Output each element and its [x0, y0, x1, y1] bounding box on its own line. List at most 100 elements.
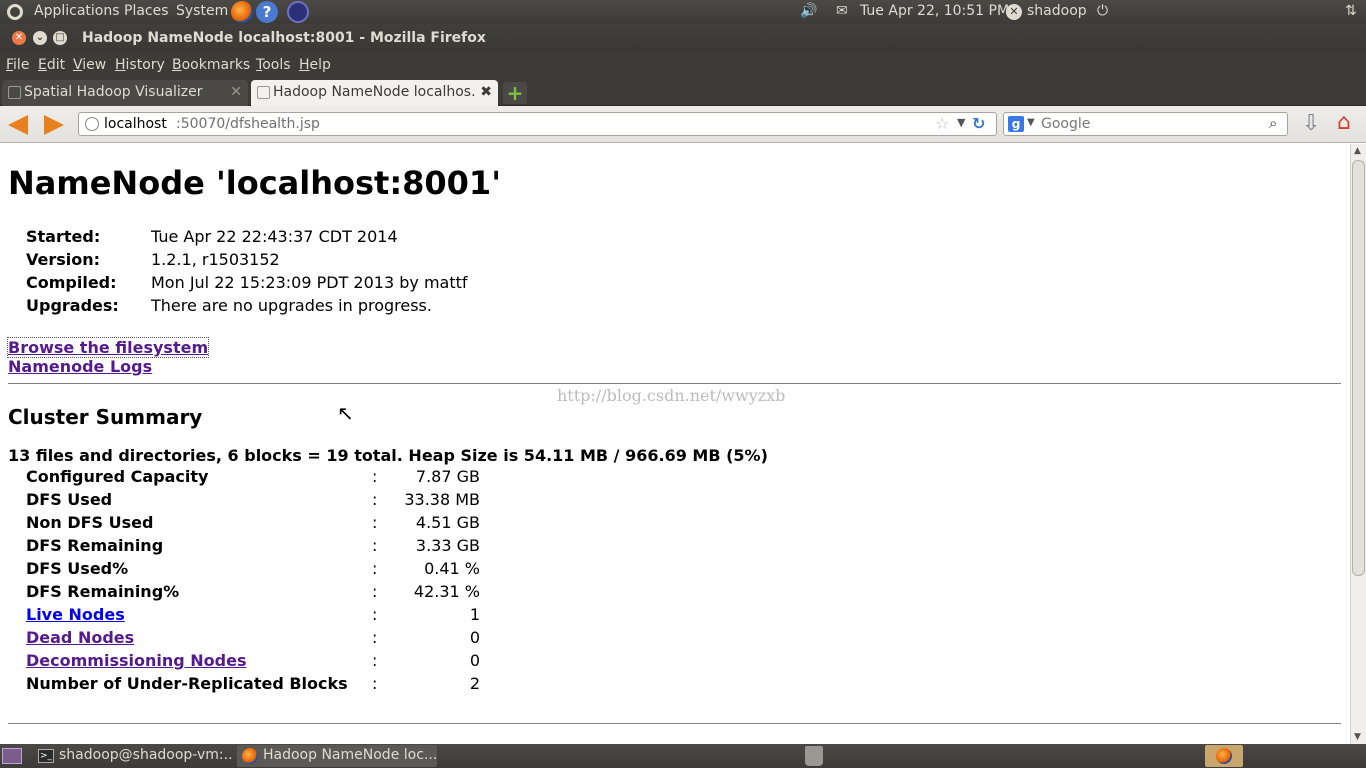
summary-row-live-nodes: Live Nodes : 1 [26, 605, 486, 627]
tab-close-icon[interactable]: ✖ [476, 84, 492, 100]
separator-line [8, 723, 1341, 724]
namenode-logs-link[interactable]: Namenode Logs [8, 357, 152, 376]
help-launcher-icon[interactable]: ? [256, 1, 278, 23]
scroll-up-arrow-icon[interactable]: ▲ [1354, 146, 1361, 156]
url-dropdown-icon[interactable]: ▼ [957, 116, 965, 129]
url-bar[interactable]: localhost :50070/dfshealth.jsp ☆ ▼ ↻ [78, 112, 997, 136]
summary-row-decommissioning-nodes: Decommissioning Nodes : 0 [26, 651, 486, 673]
site-identity-icon[interactable] [85, 117, 99, 131]
ubuntu-logo-icon[interactable] [7, 4, 23, 20]
summary-label: Number of Under-Replicated Blocks [26, 674, 348, 693]
clock[interactable]: Tue Apr 22, 10:51 PM [860, 3, 1009, 19]
dead-nodes-link[interactable]: Dead Nodes [26, 628, 134, 647]
top-panel: Applications Places System ? 🔊 ✉ Tue Apr… [0, 0, 1366, 24]
menu-help[interactable]: Help [299, 57, 331, 73]
summary-separator: : [372, 536, 378, 555]
engine-dropdown-icon[interactable]: ▼ [1027, 117, 1035, 128]
summary-row-dfs-used-percent: DFS Used% : 0.41 % [26, 559, 486, 581]
page-icon [257, 86, 270, 99]
close-window-icon[interactable]: ✕ [12, 31, 26, 45]
browse-filesystem-link[interactable]: Browse the filesystem [6, 337, 210, 358]
maximize-window-icon[interactable]: □ [53, 31, 67, 45]
live-nodes-link[interactable]: Live Nodes [26, 605, 125, 624]
mail-icon[interactable]: ✉ [836, 3, 848, 19]
reload-icon[interactable]: ↻ [972, 114, 985, 133]
summary-label: DFS Remaining [26, 536, 164, 555]
tab-bar: Spatial Hadoop Visualizer ✕ Hadoop NameN… [0, 78, 1366, 106]
back-arrow-icon[interactable] [8, 115, 28, 135]
scrollbar-thumb[interactable] [1352, 160, 1365, 576]
menu-edit[interactable]: Edit [38, 57, 65, 73]
scroll-down-arrow-icon[interactable]: ▼ [1354, 732, 1361, 742]
minimize-window-icon[interactable]: ⌄ [33, 31, 47, 45]
summary-separator: : [372, 582, 378, 601]
google-engine-icon[interactable]: g [1008, 116, 1024, 132]
applications-menu[interactable]: Applications [34, 3, 120, 19]
search-bar[interactable]: g ▼ Google ⌕ [1003, 112, 1288, 136]
summary-separator: : [372, 651, 378, 670]
summary-value: 42.31 % [413, 582, 480, 601]
info-label: Compiled: [26, 273, 117, 292]
decommissioning-nodes-link[interactable]: Decommissioning Nodes [26, 651, 246, 670]
forward-arrow-icon[interactable] [44, 115, 64, 135]
power-icon[interactable]: ⏻ [1097, 3, 1108, 19]
task-label: shadoop@shadoop-vm:... [59, 747, 233, 763]
places-menu[interactable]: Places [124, 3, 169, 19]
summary-row-non-dfs-used: Non DFS Used : 4.51 GB [26, 513, 486, 535]
task-terminal[interactable]: >_ shadoop@shadoop-vm:... [33, 745, 233, 767]
vertical-scrollbar[interactable]: ▲ ▼ [1350, 144, 1366, 744]
bookmark-star-icon[interactable]: ☆ [935, 114, 949, 133]
window-titlebar[interactable]: ✕ ⌄ □ Hadoop NameNode localhost:8001 - M… [0, 24, 1366, 52]
menu-tools[interactable]: Tools [256, 57, 291, 73]
menu-history[interactable]: History [115, 57, 165, 73]
summary-value: 0 [469, 651, 480, 670]
tab-close-icon[interactable]: ✕ [230, 84, 242, 100]
workspace-switcher[interactable] [1205, 745, 1243, 767]
menu-bar: File Edit View History Bookmarks Tools H… [0, 52, 1366, 78]
menu-view[interactable]: View [73, 57, 106, 73]
tab-spatial-hadoop-visualizer[interactable]: Spatial Hadoop Visualizer ✕ [2, 80, 248, 106]
downloads-icon[interactable]: ⇩ [1302, 112, 1320, 136]
summary-label: Configured Capacity [26, 467, 209, 486]
menu-bookmarks[interactable]: Bookmarks [172, 57, 250, 73]
new-tab-plus-icon[interactable]: + [503, 82, 527, 104]
tab-label: Spatial Hadoop Visualizer [24, 84, 203, 100]
home-icon[interactable]: ⌂ [1337, 111, 1351, 135]
user-name[interactable]: shadoop [1027, 3, 1087, 19]
summary-separator: : [372, 674, 378, 693]
info-label: Upgrades: [26, 296, 119, 315]
user-status-icon[interactable]: ✕ [1006, 4, 1022, 20]
summary-label: DFS Remaining% [26, 582, 180, 601]
eclipse-launcher-icon[interactable] [287, 1, 309, 23]
summary-value: 0 [469, 628, 480, 647]
network-icon[interactable]: ⇅ [1345, 3, 1357, 19]
search-magnifier-icon[interactable]: ⌕ [1269, 114, 1277, 132]
summary-label: DFS Used [26, 490, 113, 509]
summary-separator: : [372, 490, 378, 509]
menu-file[interactable]: File [6, 57, 29, 73]
page-title: NameNode 'localhost:8001' [8, 164, 501, 202]
task-firefox[interactable]: Hadoop NameNode loc... [237, 745, 437, 767]
url-host: localhost [104, 116, 167, 132]
summary-row-dfs-used: DFS Used : 33.38 MB [26, 490, 486, 512]
info-label: Started: [26, 227, 101, 246]
summary-separator: : [372, 513, 378, 532]
info-value: There are no upgrades in progress. [151, 296, 432, 315]
summary-value: 4.51 GB [415, 513, 480, 532]
summary-label: Non DFS Used [26, 513, 154, 532]
summary-value: 0.41 % [424, 559, 480, 578]
volume-icon[interactable]: 🔊 [800, 3, 817, 19]
navigation-toolbar: localhost :50070/dfshealth.jsp ☆ ▼ ↻ g ▼… [0, 106, 1366, 143]
search-input[interactable]: Google [1041, 116, 1090, 132]
firefox-launcher-icon[interactable] [231, 1, 253, 23]
tab-hadoop-namenode[interactable]: Hadoop NameNode localhos... ✖ [251, 80, 498, 106]
trash-icon[interactable] [805, 746, 823, 766]
summary-value: 1 [469, 605, 480, 624]
info-value: 1.2.1, r1503152 [151, 250, 280, 269]
cluster-summary-heading: Cluster Summary [8, 405, 203, 429]
system-menu[interactable]: System [176, 3, 228, 19]
info-value: Tue Apr 22 22:43:37 CDT 2014 [151, 227, 398, 246]
page-content: NameNode 'localhost:8001' Started: Tue A… [0, 144, 1350, 744]
task-label: Hadoop NameNode loc... [263, 747, 437, 763]
show-desktop-icon[interactable] [2, 748, 22, 764]
